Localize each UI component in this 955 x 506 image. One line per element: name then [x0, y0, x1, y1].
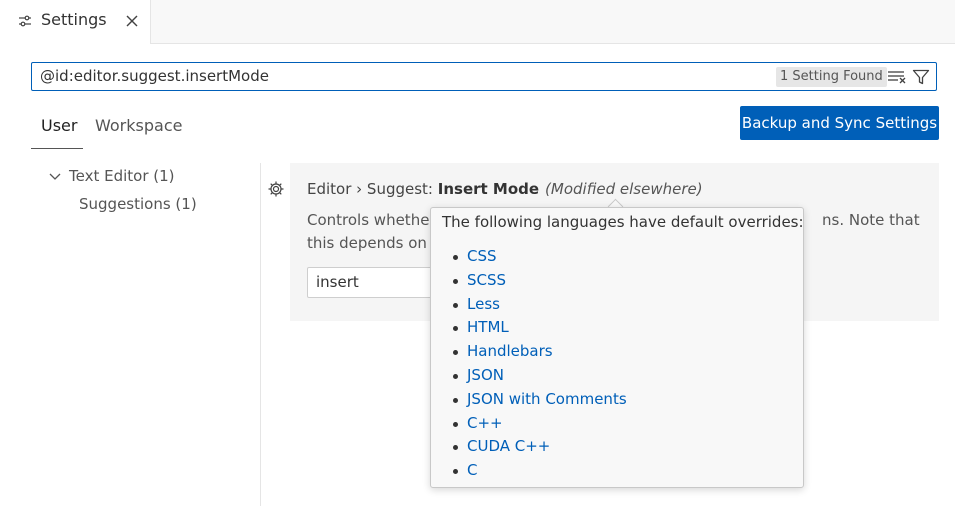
- settings-search-input[interactable]: @id:editor.suggest.insertMode 1 Setting …: [31, 62, 937, 91]
- setting-description-line2: this depends on: [307, 234, 427, 252]
- language-link[interactable]: JSON: [451, 364, 627, 388]
- language-link[interactable]: C++: [451, 412, 627, 436]
- language-link[interactable]: CSS: [451, 245, 627, 269]
- tab-workspace[interactable]: Workspace: [95, 116, 182, 135]
- tab-bar: Settings: [0, 0, 955, 44]
- backup-sync-settings-button[interactable]: Backup and Sync Settings: [740, 106, 939, 140]
- language-list: CSS SCSS Less HTML Handlebars JSON JSON …: [451, 245, 627, 483]
- settings-sliders-icon: [19, 15, 31, 27]
- clear-filter-icon[interactable]: [887, 69, 907, 85]
- description-start: Controls whethe: [307, 211, 430, 229]
- settings-tab[interactable]: Settings: [0, 0, 151, 44]
- language-link[interactable]: Less: [451, 293, 627, 317]
- language-link[interactable]: JSON with Comments: [451, 388, 627, 412]
- close-icon[interactable]: [123, 12, 141, 30]
- toc-item-suggestions[interactable]: Suggestions (1): [79, 195, 197, 213]
- language-link[interactable]: CUDA C++: [451, 435, 627, 459]
- tab-title: Settings: [41, 10, 107, 29]
- gear-icon[interactable]: [267, 180, 285, 198]
- setting-title: Editor › Suggest: Insert Mode (Modified e…: [307, 180, 703, 198]
- chevron-down-icon[interactable]: [48, 170, 62, 184]
- language-link[interactable]: C: [451, 459, 627, 483]
- active-tab-indicator: [31, 148, 83, 149]
- modified-elsewhere-link[interactable]: (Modified elsewhere): [545, 180, 703, 198]
- language-link[interactable]: HTML: [451, 316, 627, 340]
- filter-icon[interactable]: [912, 68, 930, 86]
- language-link[interactable]: Handlebars: [451, 340, 627, 364]
- toc-item-text-editor[interactable]: Text Editor (1): [69, 167, 175, 185]
- hover-heading: The following languages have default ove…: [442, 213, 804, 231]
- search-query[interactable]: @id:editor.suggest.insertMode: [40, 67, 269, 85]
- select-value: insert: [316, 273, 359, 291]
- description-end: ns. Note that: [822, 211, 920, 229]
- default-overrides-hover: The following languages have default ove…: [430, 207, 804, 488]
- tab-user[interactable]: User: [41, 116, 77, 135]
- setting-name: Insert Mode: [437, 180, 540, 198]
- results-count-badge: 1 Setting Found: [776, 67, 887, 87]
- toc-divider: [260, 163, 261, 506]
- language-link[interactable]: SCSS: [451, 269, 627, 293]
- setting-category: Editor › Suggest:: [307, 180, 438, 198]
